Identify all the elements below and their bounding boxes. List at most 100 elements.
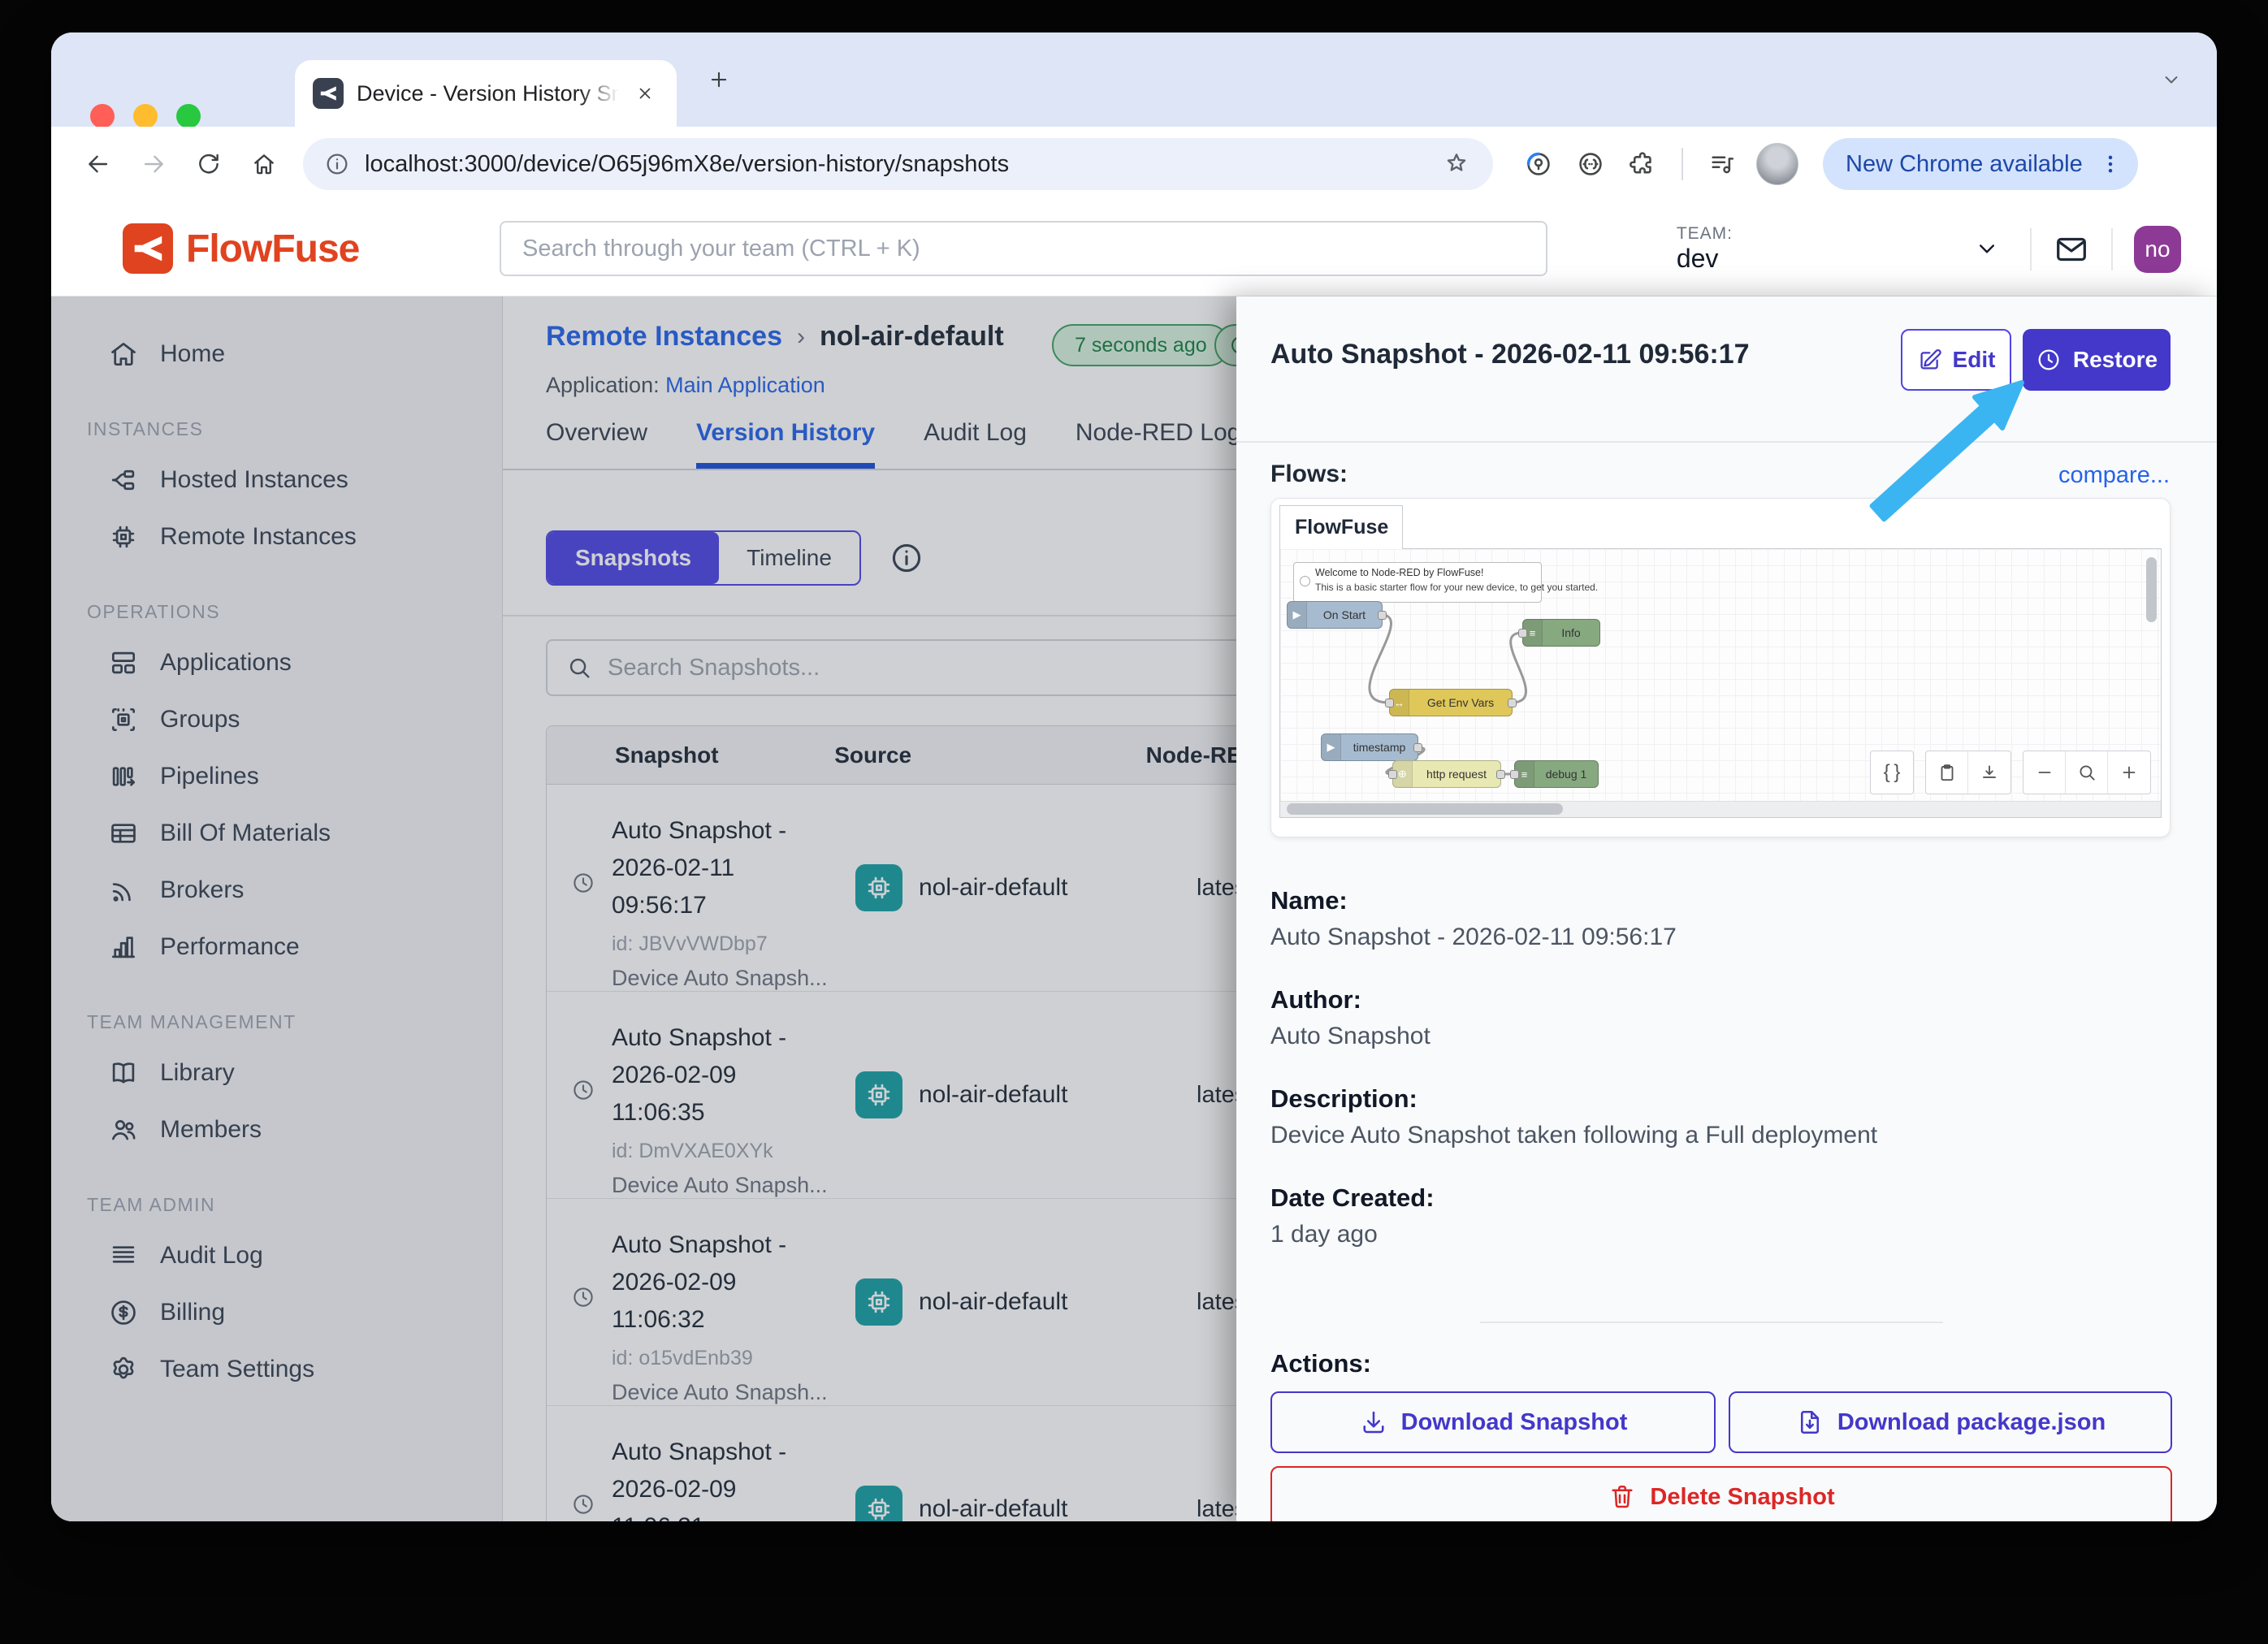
sidebar-item-label: Remote Instances bbox=[160, 523, 357, 550]
sidebar-item-brokers[interactable]: Brokers bbox=[51, 862, 502, 919]
window-close-button[interactable] bbox=[90, 104, 115, 128]
sidebar-item-audit-log[interactable]: Audit Log bbox=[51, 1227, 502, 1284]
user-avatar[interactable]: no bbox=[2134, 225, 2181, 273]
team-chevron-down-icon[interactable] bbox=[1973, 235, 2002, 264]
sidebar-item-billing[interactable]: Billing bbox=[51, 1284, 502, 1341]
notifications-mail-icon[interactable] bbox=[2053, 231, 2090, 268]
browser-toolbar: localhost:3000/device/O65j96mX8e/version… bbox=[51, 127, 2217, 201]
application-line: Application: Main Application bbox=[546, 373, 825, 398]
reload-button[interactable] bbox=[184, 140, 233, 188]
browser-tab[interactable]: Device - Version History Snap bbox=[295, 60, 677, 127]
forward-button[interactable] bbox=[129, 140, 178, 188]
detail-value: Device Auto Snapshot taken following a F… bbox=[1270, 1122, 1878, 1149]
browser-window: Device - Version History Snap localhost:… bbox=[51, 32, 2217, 1521]
bookmark-star-icon[interactable] bbox=[1443, 149, 1472, 179]
site-info-icon[interactable] bbox=[324, 151, 350, 177]
zoom-in-button[interactable] bbox=[2108, 751, 2150, 794]
chrome-menu-icon[interactable] bbox=[2094, 148, 2127, 180]
zoom-out-button[interactable] bbox=[2023, 751, 2066, 794]
sidebar-item-label: Audit Log bbox=[160, 1242, 263, 1269]
snapshot-row[interactable]: Auto Snapshot - 2026-02-09 11:06:35 id: … bbox=[547, 992, 1347, 1199]
tab-title: Device - Version History Snap bbox=[357, 80, 619, 106]
tab-version-history[interactable]: Version History bbox=[696, 419, 876, 469]
snapshot-row[interactable]: Auto Snapshot - 2026-02-09 11:06:21 nol-… bbox=[547, 1406, 1347, 1521]
sidebar-item-library[interactable]: Library bbox=[51, 1045, 502, 1101]
source-cell: nol-air-default bbox=[855, 992, 1197, 1198]
extensions-row bbox=[1521, 143, 1798, 185]
compare-link[interactable]: compare... bbox=[2058, 462, 2170, 489]
page-tabs: Overview Version History Audit Log Node-RED… bbox=[503, 407, 1348, 470]
zoom-reset-button[interactable] bbox=[2066, 751, 2108, 794]
team-search-input[interactable] bbox=[500, 221, 1547, 276]
info-icon[interactable] bbox=[889, 540, 924, 576]
snapshot-id: id: o15vdEnb39 bbox=[612, 1347, 753, 1369]
hosted-instances-icon bbox=[108, 465, 139, 495]
sidebar: Home INSTANCES Hosted Instances Remote Inst… bbox=[51, 296, 503, 1521]
sidebar-section-instances: INSTANCES bbox=[87, 418, 204, 439]
sidebar-item-hosted-instances[interactable]: Hosted Instances bbox=[51, 452, 502, 508]
flowfuse-logo[interactable]: FlowFuse bbox=[123, 223, 360, 274]
copy-button[interactable] bbox=[1926, 751, 1968, 794]
tab-search-icon[interactable] bbox=[2155, 63, 2188, 96]
tab-node-red-logs[interactable]: Node-RED Logs bbox=[1076, 419, 1253, 469]
sidebar-item-bill-of-materials[interactable]: Bill Of Materials bbox=[51, 805, 502, 862]
header-divider bbox=[2111, 227, 2113, 270]
source-name: nol-air-default bbox=[919, 874, 1068, 901]
download-snapshot-button[interactable]: Download Snapshot bbox=[1270, 1391, 1716, 1453]
sidebar-item-groups[interactable]: Groups bbox=[51, 691, 502, 748]
flowfuse-logo-icon bbox=[123, 223, 173, 274]
window-zoom-button[interactable] bbox=[176, 104, 201, 128]
tab-close-icon[interactable] bbox=[632, 80, 659, 107]
tab-audit-log[interactable]: Audit Log bbox=[924, 419, 1027, 469]
desktop-background: Device - Version History Snap localhost:… bbox=[0, 0, 2268, 1644]
back-button[interactable] bbox=[74, 140, 123, 188]
team-name: dev bbox=[1676, 244, 1719, 273]
application-link[interactable]: Main Application bbox=[665, 373, 825, 397]
canvas-vscroll-thumb[interactable] bbox=[2146, 557, 2157, 622]
snapshot-details: Name: Auto Snapshot - 2026-02-11 09:56:1… bbox=[1270, 886, 2164, 1283]
sidebar-item-remote-instances[interactable]: Remote Instances bbox=[51, 508, 502, 565]
sidebar-item-pipelines[interactable]: Pipelines bbox=[51, 748, 502, 805]
password-manager-icon[interactable] bbox=[1521, 146, 1556, 182]
snapshot-search-input[interactable] bbox=[608, 654, 1306, 681]
detail-description-: Description: Device Auto Snapshot taken … bbox=[1270, 1084, 2164, 1149]
toggle-snapshots[interactable]: Snapshots bbox=[548, 532, 720, 584]
sidebar-item-home[interactable]: Home bbox=[51, 326, 502, 383]
groups-icon bbox=[108, 704, 139, 735]
tab-overview[interactable]: Overview bbox=[546, 419, 647, 469]
chrome-profile-avatar[interactable] bbox=[1756, 143, 1798, 185]
node-type-icon: ▶ bbox=[1322, 734, 1341, 760]
chrome-update-pill[interactable]: New Chrome available bbox=[1823, 138, 2138, 190]
app-header: FlowFuse TEAM: dev no bbox=[51, 201, 2217, 296]
toggle-timeline[interactable]: Timeline bbox=[719, 532, 859, 584]
detail-author-: Author: Auto Snapshot bbox=[1270, 985, 2164, 1050]
sidebar-item-members[interactable]: Members bbox=[51, 1101, 502, 1158]
snapshot-row[interactable]: Auto Snapshot - 2026-02-09 11:06:32 id: … bbox=[547, 1199, 1347, 1406]
restore-button[interactable]: Restore bbox=[2023, 329, 2171, 391]
sidebar-item-performance[interactable]: Performance bbox=[51, 919, 502, 976]
sidebar-section-team-admin: TEAM ADMIN bbox=[87, 1194, 216, 1215]
edit-button[interactable]: Edit bbox=[1901, 329, 2011, 391]
extensions-puzzle-icon[interactable] bbox=[1625, 146, 1660, 182]
window-minimize-button[interactable] bbox=[133, 104, 158, 128]
node-input-port bbox=[1510, 770, 1519, 779]
chrome-home-button[interactable] bbox=[240, 140, 288, 188]
json-view-button[interactable]: { } bbox=[1871, 751, 1913, 794]
braces-extension-icon[interactable] bbox=[1573, 146, 1608, 182]
delete-snapshot-button[interactable]: Delete Snapshot bbox=[1270, 1466, 2172, 1521]
breadcrumb-parent-link[interactable]: Remote Instances bbox=[546, 321, 782, 353]
snapshot-row[interactable]: Auto Snapshot - 2026-02-11 09:56:17 id: … bbox=[547, 785, 1347, 992]
sidebar-item-team-settings[interactable]: Team Settings bbox=[51, 1341, 502, 1398]
team-label: TEAM: bbox=[1676, 224, 1733, 243]
sidebar-item-label: Home bbox=[160, 340, 226, 367]
header-divider bbox=[2030, 227, 2032, 270]
team-selector[interactable]: TEAM: dev bbox=[1677, 224, 1733, 274]
address-bar[interactable]: localhost:3000/device/O65j96mX8e/version… bbox=[303, 138, 1493, 190]
download-package-button[interactable]: Download package.json bbox=[1729, 1391, 2172, 1453]
download-flow-button[interactable] bbox=[1968, 751, 2010, 794]
media-playlist-icon[interactable] bbox=[1704, 146, 1740, 182]
new-tab-button[interactable] bbox=[701, 62, 737, 97]
canvas-hscroll-thumb[interactable] bbox=[1287, 803, 1563, 815]
drawer-title: Auto Snapshot - 2026-02-11 09:56:17 bbox=[1270, 339, 1750, 370]
sidebar-item-applications[interactable]: Applications bbox=[51, 634, 502, 691]
